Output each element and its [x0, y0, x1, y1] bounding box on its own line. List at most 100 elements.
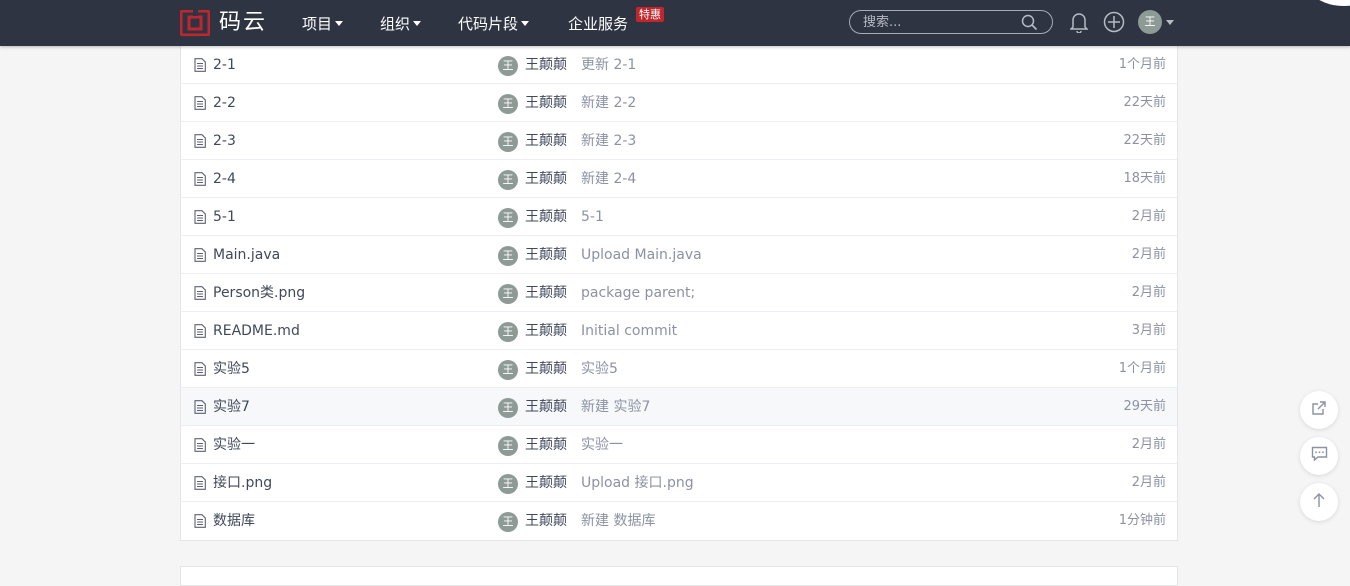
file-name-link[interactable]: 2-2 — [213, 84, 236, 122]
file-name-link[interactable]: 2-4 — [213, 160, 236, 198]
site-logo[interactable]: 码云 — [179, 9, 267, 37]
commit-message[interactable]: 新建 2-3 — [581, 122, 636, 160]
author-name[interactable]: 王颠颠 — [525, 236, 567, 274]
arrow-up-icon — [1312, 492, 1326, 512]
commit-time: 2月前 — [1131, 437, 1166, 452]
nav-snippets[interactable]: 代码片段 — [458, 0, 530, 46]
file-row[interactable]: 实验一 王 王颠颠 实验一 2月前 — [181, 426, 1177, 464]
commit-message[interactable]: 5-1 — [581, 198, 604, 236]
commit-time: 2月前 — [1131, 209, 1166, 224]
nav-organizations-label: 组织 — [380, 14, 411, 33]
file-text-icon — [194, 58, 206, 76]
author-avatar[interactable]: 王 — [498, 94, 518, 114]
author-name[interactable]: 王颠颠 — [525, 274, 567, 312]
file-row[interactable]: 2-3 王 王颠颠 新建 2-3 22天前 — [181, 122, 1177, 160]
author-avatar[interactable]: 王 — [498, 436, 518, 456]
file-name-link[interactable]: Main.java — [213, 236, 280, 274]
nav-organizations[interactable]: 组织 — [380, 0, 422, 46]
nav-projects[interactable]: 项目 — [302, 0, 344, 46]
author-avatar[interactable]: 王 — [498, 208, 518, 228]
commit-message[interactable]: 新建 实验7 — [581, 388, 650, 426]
commit-time: 2月前 — [1131, 285, 1166, 300]
file-name-link[interactable]: README.md — [213, 312, 300, 350]
commit-message[interactable]: 新建 2-4 — [581, 160, 636, 198]
file-name-link[interactable]: 数据库 — [213, 502, 255, 540]
commit-message[interactable]: Upload 接口.png — [581, 464, 694, 502]
nav-snippets-label: 代码片段 — [458, 14, 519, 33]
file-row[interactable]: 实验5 王 王颠颠 实验5 1个月前 — [181, 350, 1177, 388]
author-avatar[interactable]: 王 — [498, 398, 518, 418]
file-row[interactable]: 接口.png 王 王颠颠 Upload 接口.png 2月前 — [181, 464, 1177, 502]
commit-message[interactable]: 实验一 — [581, 426, 623, 464]
author-avatar[interactable]: 王 — [498, 322, 518, 342]
file-text-icon — [194, 514, 206, 532]
commit-time: 1分钟前 — [1118, 513, 1166, 528]
author-name[interactable]: 王颠颠 — [525, 388, 567, 426]
bell-icon[interactable] — [1069, 11, 1089, 37]
plus-circle-icon[interactable] — [1103, 11, 1125, 37]
author-avatar[interactable]: 王 — [498, 512, 518, 532]
commit-message[interactable]: 新建 2-2 — [581, 84, 636, 122]
file-row[interactable]: 2-1 王 王颠颠 更新 2-1 1个月前 — [181, 46, 1177, 84]
file-row[interactable]: 5-1 王 王颠颠 5-1 2月前 — [181, 198, 1177, 236]
file-row[interactable]: Person类.png 王 王颠颠 package parent; 2月前 — [181, 274, 1177, 312]
file-name-link[interactable]: 5-1 — [213, 198, 236, 236]
caret-down-icon[interactable] — [1166, 20, 1174, 25]
comment-button[interactable] — [1300, 437, 1338, 475]
file-name-link[interactable]: 2-1 — [213, 46, 236, 84]
commit-message[interactable]: 实验5 — [581, 350, 618, 388]
commit-message[interactable]: 更新 2-1 — [581, 46, 636, 84]
file-name-link[interactable]: 实验5 — [213, 350, 250, 388]
file-row[interactable]: 2-4 王 王颠颠 新建 2-4 18天前 — [181, 160, 1177, 198]
author-name[interactable]: 王颠颠 — [525, 502, 567, 540]
file-name-link[interactable]: 实验7 — [213, 388, 250, 426]
file-name-link[interactable]: Person类.png — [213, 274, 305, 312]
file-text-icon — [194, 172, 206, 190]
file-name-link[interactable]: 实验一 — [213, 426, 255, 464]
file-text-icon — [194, 286, 206, 304]
commit-time: 22天前 — [1123, 95, 1166, 110]
user-avatar[interactable]: 王 — [1138, 10, 1162, 34]
file-text-icon — [194, 134, 206, 152]
commit-message[interactable]: 新建 数据库 — [581, 502, 655, 540]
search-input[interactable] — [863, 13, 1013, 31]
file-text-icon — [194, 248, 206, 266]
file-row[interactable]: 实验7 王 王颠颠 新建 实验7 29天前 — [181, 388, 1177, 426]
promo-badge: 特惠 — [636, 7, 664, 22]
nav-enterprise[interactable]: 企业服务 — [568, 0, 628, 46]
file-row[interactable]: README.md 王 王颠颠 Initial commit 3月前 — [181, 312, 1177, 350]
next-panel — [180, 566, 1178, 586]
author-name[interactable]: 王颠颠 — [525, 464, 567, 502]
author-avatar[interactable]: 王 — [498, 132, 518, 152]
file-row[interactable]: 2-2 王 王颠颠 新建 2-2 22天前 — [181, 84, 1177, 122]
author-avatar[interactable]: 王 — [498, 284, 518, 304]
author-avatar[interactable]: 王 — [498, 246, 518, 266]
file-text-icon — [194, 324, 206, 342]
file-name-link[interactable]: 接口.png — [213, 464, 272, 502]
commit-message[interactable]: package parent; — [581, 274, 695, 312]
author-name[interactable]: 王颠颠 — [525, 46, 567, 84]
author-avatar[interactable]: 王 — [498, 474, 518, 494]
author-name[interactable]: 王颠颠 — [525, 160, 567, 198]
author-name[interactable]: 王颠颠 — [525, 426, 567, 464]
search-icon[interactable] — [1021, 14, 1038, 35]
author-name[interactable]: 王颠颠 — [525, 350, 567, 388]
file-row[interactable]: 数据库 王 王颠颠 新建 数据库 1分钟前 — [181, 502, 1177, 540]
external-link-icon — [1311, 400, 1327, 420]
file-name-link[interactable]: 2-3 — [213, 122, 236, 160]
author-name[interactable]: 王颠颠 — [525, 84, 567, 122]
caret-down-icon — [335, 20, 344, 26]
caret-down-icon — [413, 20, 422, 26]
author-avatar[interactable]: 王 — [498, 56, 518, 76]
share-button[interactable] — [1300, 391, 1338, 429]
search-box[interactable] — [849, 10, 1053, 34]
author-name[interactable]: 王颠颠 — [525, 198, 567, 236]
author-avatar[interactable]: 王 — [498, 170, 518, 190]
back-to-top-button[interactable] — [1300, 483, 1338, 521]
author-name[interactable]: 王颠颠 — [525, 122, 567, 160]
commit-message[interactable]: Initial commit — [581, 312, 677, 350]
author-name[interactable]: 王颠颠 — [525, 312, 567, 350]
file-row[interactable]: Main.java 王 王颠颠 Upload Main.java 2月前 — [181, 236, 1177, 274]
commit-message[interactable]: Upload Main.java — [581, 236, 702, 274]
author-avatar[interactable]: 王 — [498, 360, 518, 380]
